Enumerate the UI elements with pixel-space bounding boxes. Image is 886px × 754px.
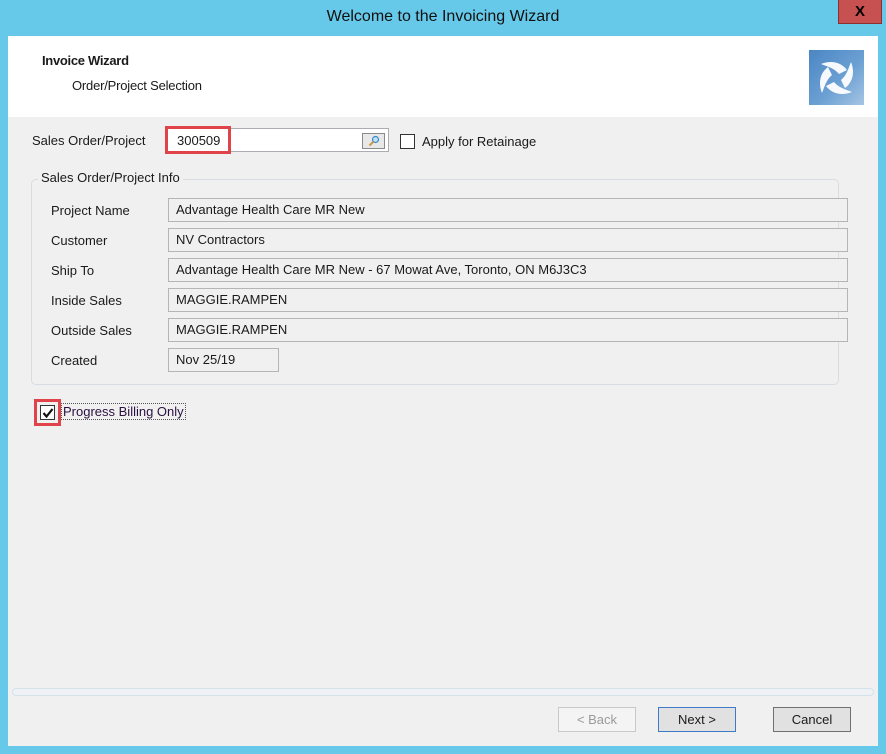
ship-to-label: Ship To: [51, 263, 95, 278]
close-button[interactable]: X: [838, 0, 882, 24]
project-name-field[interactable]: Advantage Health Care MR New: [168, 198, 848, 222]
info-group-legend: Sales Order/Project Info: [38, 170, 183, 185]
sales-order-value: 300509: [177, 133, 221, 148]
pinwheel-logo-icon: [809, 50, 864, 105]
sales-order-label: Sales Order/Project: [32, 133, 146, 148]
window-title: Welcome to the Invoicing Wizard: [326, 8, 560, 25]
sales-order-input[interactable]: 300509: [167, 128, 389, 152]
lookup-button[interactable]: [362, 133, 385, 149]
wizard-progress-bar: [12, 688, 874, 696]
cancel-button[interactable]: Cancel: [773, 707, 851, 732]
progress-billing-checkbox[interactable]: [40, 405, 55, 420]
title-bar: Welcome to the Invoicing Wizard X: [0, 0, 886, 36]
next-button[interactable]: Next >: [658, 707, 736, 732]
inside-sales-label: Inside Sales: [51, 293, 122, 308]
customer-field[interactable]: NV Contractors: [168, 228, 848, 252]
progress-billing-label[interactable]: Progress Billing Only: [61, 403, 186, 420]
project-name-label: Project Name: [51, 203, 130, 218]
outside-sales-label: Outside Sales: [51, 323, 132, 338]
created-field[interactable]: Nov 25/19: [168, 348, 279, 372]
customer-label: Customer: [51, 233, 108, 248]
wizard-step-title: Order/Project Selection: [72, 78, 202, 93]
checkmark-icon: [42, 407, 53, 418]
close-icon: X: [854, 3, 865, 20]
apply-retainage-label[interactable]: Apply for Retainage: [422, 134, 536, 149]
wizard-title: Invoice Wizard: [42, 53, 129, 68]
back-button[interactable]: < Back: [558, 707, 636, 732]
ship-to-field[interactable]: Advantage Health Care MR New - 67 Mowat …: [168, 258, 848, 282]
wizard-dialog: Invoice Wizard Order/Project Selection S…: [8, 36, 878, 746]
apply-retainage-checkbox[interactable]: [400, 134, 415, 149]
wizard-header: Invoice Wizard Order/Project Selection: [8, 36, 878, 117]
created-label: Created: [51, 353, 98, 368]
outside-sales-field[interactable]: MAGGIE.RAMPEN: [168, 318, 848, 342]
inside-sales-field[interactable]: MAGGIE.RAMPEN: [168, 288, 848, 312]
magnifier-icon: [368, 135, 379, 147]
